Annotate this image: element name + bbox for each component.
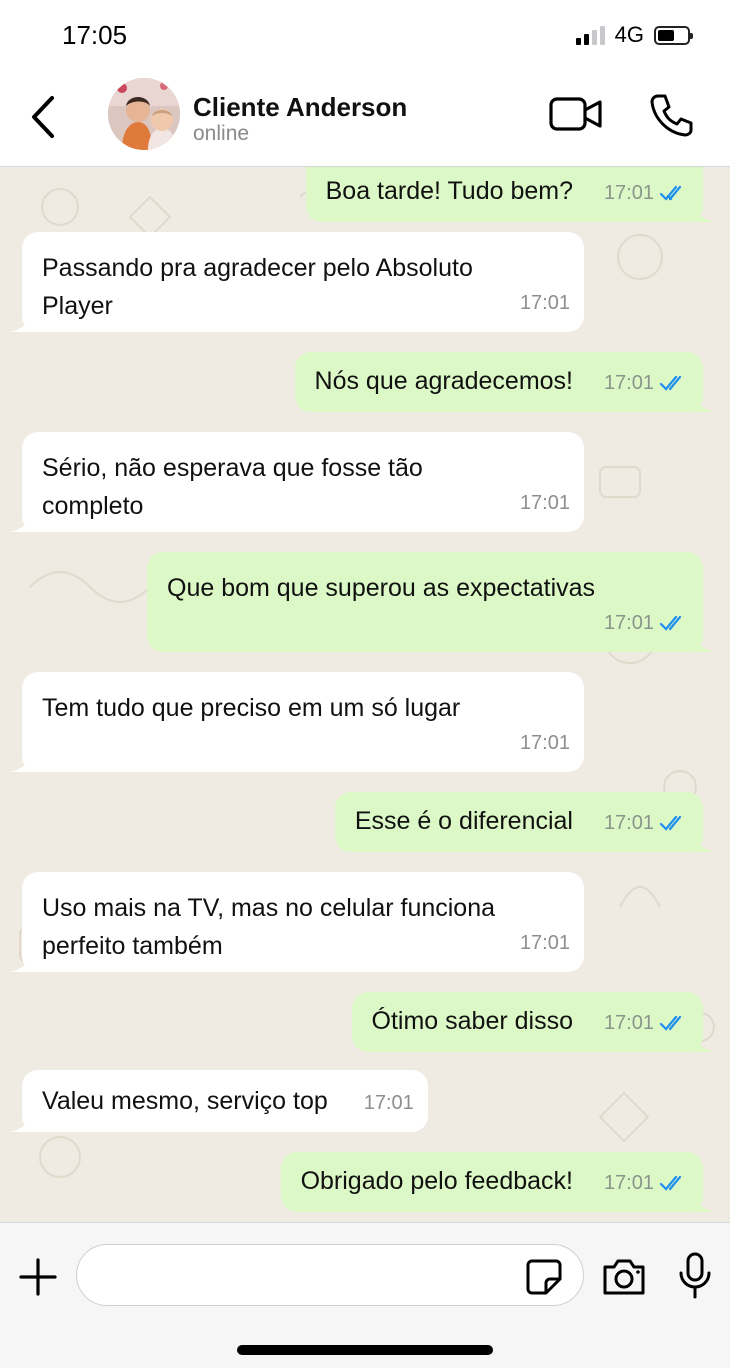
message-text: Obrigado pelo feedback!	[300, 1167, 573, 1195]
message-meta: 17:01	[604, 364, 689, 402]
message-text: Passando pra agradecer pelo Absoluto Pla…	[42, 254, 473, 320]
message-time: 17:01	[603, 1012, 654, 1034]
bubble-tail	[10, 512, 34, 532]
message-text: Nós que agradecemos!	[314, 367, 573, 395]
message-time: 17:01	[363, 1092, 414, 1114]
sticker-icon	[526, 1259, 562, 1295]
bubble-tail	[691, 832, 715, 852]
contact-name[interactable]: Cliente Anderson	[193, 92, 407, 123]
message-time: 17:01	[603, 182, 654, 204]
message-meta: 17:01	[364, 1084, 414, 1122]
attach-button[interactable]	[16, 1255, 60, 1299]
bubble-tail	[691, 392, 715, 412]
double-check-icon	[659, 375, 682, 391]
message-meta: 17:01	[520, 484, 570, 522]
message-bubble-outgoing[interactable]: Que bom que superou as expectativas 17:0…	[147, 552, 715, 652]
message-text: Que bom que superou as expectativas	[167, 574, 596, 602]
camera-icon	[603, 1259, 645, 1295]
status-bar: 17:05 4G	[0, 0, 730, 70]
message-time: 17:01	[603, 372, 654, 394]
message-time: 17:01	[603, 812, 654, 834]
avatar[interactable]	[108, 78, 180, 150]
status-indicators: 4G	[575, 22, 693, 48]
message-input[interactable]	[76, 1244, 584, 1306]
message-time: 17:01	[519, 492, 570, 514]
message-bubble-outgoing[interactable]: Obrigado pelo feedback! 17:01	[280, 1152, 715, 1212]
bubble-tail	[10, 952, 34, 972]
phone-icon	[650, 94, 693, 137]
back-icon	[32, 96, 54, 138]
message-time: 17:01	[603, 612, 654, 634]
message-bubble-outgoing[interactable]: Esse é o diferencial 17:01	[334, 792, 715, 852]
message-time: 17:01	[519, 732, 570, 754]
bubble-tail	[691, 202, 715, 222]
double-check-icon	[659, 1015, 682, 1031]
camera-button[interactable]	[600, 1255, 648, 1299]
message-text: Uso mais na TV, mas no celular funciona …	[42, 894, 496, 960]
video-call-button[interactable]	[548, 94, 604, 136]
double-check-icon	[659, 815, 682, 831]
message-meta: 17:01	[520, 924, 570, 962]
message-text: Valeu mesmo, serviço top	[42, 1087, 328, 1115]
home-indicator[interactable]	[237, 1345, 493, 1355]
message-meta: 17:01	[604, 1004, 689, 1042]
avatar-photo	[108, 78, 180, 150]
message-time: 17:01	[519, 932, 570, 954]
microphone-icon	[679, 1252, 711, 1299]
bubble-tail	[691, 1192, 715, 1212]
back-button[interactable]	[24, 88, 64, 148]
video-call-icon	[549, 97, 602, 131]
message-meta: 17:01	[604, 604, 689, 642]
message-time: 17:01	[519, 292, 570, 314]
message-meta: 17:01	[604, 174, 689, 212]
battery-icon	[654, 25, 693, 45]
bubble-tail	[10, 1112, 34, 1132]
signal-icon	[575, 25, 605, 45]
contact-status: online	[193, 122, 250, 145]
message-bubble-incoming[interactable]: Sério, não esperava que fosse tão comple…	[10, 432, 584, 532]
composer-bar	[0, 1222, 730, 1368]
bubble-tail	[10, 312, 34, 332]
message-text: Boa tarde! Tudo bem?	[325, 177, 573, 205]
microphone-button[interactable]	[676, 1251, 714, 1301]
double-check-icon	[659, 1175, 682, 1191]
message-text: Sério, não esperava que fosse tão comple…	[42, 454, 423, 520]
message-bubble-incoming[interactable]: Valeu mesmo, serviço top 17:01	[10, 1070, 428, 1132]
bubble-tail	[10, 752, 34, 772]
status-time: 17:05	[62, 20, 128, 50]
message-bubble-incoming[interactable]: Passando pra agradecer pelo Absoluto Pla…	[10, 232, 584, 332]
chat-header: Cliente Anderson online	[0, 70, 730, 167]
message-meta: 17:01	[604, 1164, 689, 1202]
chat-area[interactable]: Boa tarde! Tudo bem? 17:01 Passando pra …	[0, 167, 730, 1222]
message-bubble-outgoing[interactable]: Boa tarde! Tudo bem? 17:01	[305, 167, 715, 222]
voice-call-button[interactable]	[646, 90, 696, 140]
message-bubble-outgoing[interactable]: Ótimo saber disso 17:01	[351, 992, 715, 1052]
message-text: Tem tudo que preciso em um só lugar	[42, 694, 461, 722]
message-meta: 17:01	[520, 284, 570, 322]
message-text: Ótimo saber disso	[371, 1007, 573, 1035]
message-text: Esse é o diferencial	[354, 807, 573, 835]
plus-icon	[19, 1258, 57, 1296]
message-meta: 17:01	[604, 804, 689, 842]
message-meta: 17:01	[520, 724, 570, 762]
double-check-icon	[659, 185, 682, 201]
bubble-tail	[691, 632, 715, 652]
sticker-button[interactable]	[524, 1257, 564, 1297]
message-time: 17:01	[603, 1172, 654, 1194]
message-bubble-outgoing[interactable]: Nós que agradecemos! 17:01	[294, 352, 715, 412]
double-check-icon	[659, 615, 682, 631]
message-bubble-incoming[interactable]: Tem tudo que preciso em um só lugar 17:0…	[10, 672, 584, 772]
bubble-tail	[691, 1032, 715, 1052]
network-label: 4G	[614, 22, 644, 47]
message-bubble-incoming[interactable]: Uso mais na TV, mas no celular funciona …	[10, 872, 584, 972]
